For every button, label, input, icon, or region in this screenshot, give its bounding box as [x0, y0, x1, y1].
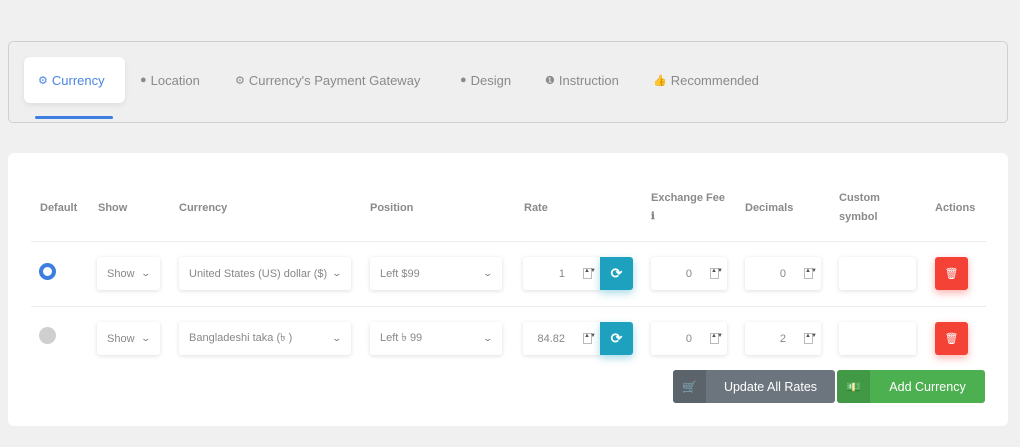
rate-input[interactable]: 1 ▲▼ — [523, 257, 600, 290]
gear-icon: ⚙ — [38, 74, 48, 87]
position-select[interactable]: Left ৳ 99 ⌄ — [370, 322, 502, 355]
tab-label: Recommended — [670, 72, 759, 88]
tab-instruction[interactable]: ❶ Instruction — [545, 57, 619, 103]
decimals-input[interactable]: 0 ▲▼ — [745, 257, 821, 290]
thumbs-up-icon: 👍 — [653, 74, 667, 87]
header-custom: Custom — [839, 192, 880, 204]
default-radio-selected[interactable] — [39, 263, 56, 280]
custom-symbol-input[interactable] — [839, 322, 916, 355]
divider — [31, 241, 986, 242]
select-value: United States (US) dollar ($) — [189, 267, 328, 280]
tab-design[interactable]: ● Design — [460, 57, 511, 103]
rate-input[interactable]: 84.82 ▲▼ — [523, 322, 600, 355]
tab-label: Location — [150, 72, 200, 88]
exchange-fee-input[interactable]: 0 ▲▼ — [651, 322, 727, 355]
position-select[interactable]: Left $99 ⌄ — [370, 257, 502, 290]
select-value: Show — [107, 267, 135, 280]
chevron-down-icon: ⌄ — [482, 268, 494, 278]
tab-label: Design — [470, 72, 512, 88]
input-value: 0 — [779, 267, 786, 280]
tab-location[interactable]: ● Location — [140, 57, 200, 103]
select-value: Left ৳ 99 — [380, 332, 423, 344]
spinner-icon[interactable]: ▲▼ — [710, 268, 723, 279]
header-rate: Rate — [524, 202, 548, 214]
chevron-down-icon: ⌄ — [331, 268, 343, 278]
refresh-icon: ⟳ — [610, 330, 623, 346]
header-decimals: Decimals — [745, 202, 794, 214]
tab-label: Currency — [51, 72, 105, 88]
header-symbol: symbol — [839, 211, 878, 223]
default-radio[interactable] — [39, 327, 56, 344]
show-select[interactable]: Show ⌄ — [97, 322, 160, 355]
update-all-rates-button[interactable]: 🛒 Update All Rates — [673, 370, 835, 403]
header-show: Show — [98, 202, 128, 214]
spinner-icon[interactable]: ▲▼ — [710, 333, 723, 344]
delete-button[interactable]: 🗑 — [935, 257, 968, 290]
input-value: 1 — [558, 267, 565, 280]
input-value: 0 — [685, 332, 692, 345]
input-value: 84.82 — [537, 332, 565, 345]
spinner-icon[interactable]: ▲▼ — [804, 268, 817, 279]
button-label: Update All Rates — [723, 379, 818, 394]
tab-label: Currency's Payment Gateway — [248, 72, 421, 88]
currency-select[interactable]: Bangladeshi taka (৳ ) ⌄ — [179, 322, 351, 355]
info-icon[interactable]: ℹ — [651, 208, 655, 226]
custom-symbol-input[interactable] — [839, 257, 916, 290]
select-value: Left $99 — [380, 267, 420, 280]
delete-button[interactable]: 🗑 — [935, 322, 968, 355]
input-value: 0 — [685, 267, 692, 280]
exchange-fee-input[interactable]: 0 ▲▼ — [651, 257, 727, 290]
active-tab-indicator — [35, 116, 113, 119]
add-currency-button[interactable]: 💵 Add Currency — [837, 370, 985, 403]
trash-icon: 🗑 — [944, 268, 959, 280]
header-exchange-fee: Exchange Fee — [651, 192, 725, 204]
tab-payment-gateway[interactable]: ⚙ Currency's Payment Gateway — [235, 57, 420, 103]
header-default: Default — [40, 202, 78, 214]
spinner-icon[interactable]: ▲▼ — [804, 333, 817, 344]
select-value: Show — [107, 332, 135, 345]
refresh-rate-button[interactable]: ⟳ — [600, 257, 633, 290]
cart-icon: 🛒 — [673, 370, 706, 403]
trash-icon: 🗑 — [944, 333, 959, 345]
refresh-icon: ⟳ — [610, 265, 623, 281]
spinner-icon[interactable]: ▲▼ — [583, 268, 596, 279]
divider — [31, 306, 986, 307]
globe-icon: ● — [460, 74, 467, 86]
decimals-input[interactable]: 2 ▲▼ — [745, 322, 821, 355]
tab-currency[interactable]: ⚙ Currency — [24, 57, 125, 103]
spinner-icon[interactable]: ▲▼ — [583, 333, 596, 344]
button-label: Add Currency — [889, 379, 966, 394]
select-value: Bangladeshi taka (৳ ) — [189, 332, 293, 344]
header-actions: Actions — [935, 202, 976, 214]
show-select[interactable]: Show ⌄ — [97, 257, 160, 290]
chevron-down-icon: ⌄ — [482, 333, 494, 343]
header-currency: Currency — [179, 202, 228, 214]
input-value: 2 — [779, 332, 786, 345]
globe-icon: ● — [140, 74, 147, 86]
info-icon: ❶ — [545, 74, 555, 87]
gear-icon: ⚙ — [235, 74, 245, 87]
currency-select[interactable]: United States (US) dollar ($) ⌄ — [179, 257, 351, 290]
tab-label: Instruction — [558, 72, 619, 88]
chevron-down-icon: ⌄ — [331, 333, 343, 343]
chevron-down-icon: ⌄ — [140, 333, 152, 343]
refresh-rate-button[interactable]: ⟳ — [600, 322, 633, 355]
header-position: Position — [370, 202, 414, 214]
tab-recommended[interactable]: 👍 Recommended — [653, 57, 759, 103]
money-icon: 💵 — [837, 370, 870, 403]
chevron-down-icon: ⌄ — [140, 268, 152, 278]
